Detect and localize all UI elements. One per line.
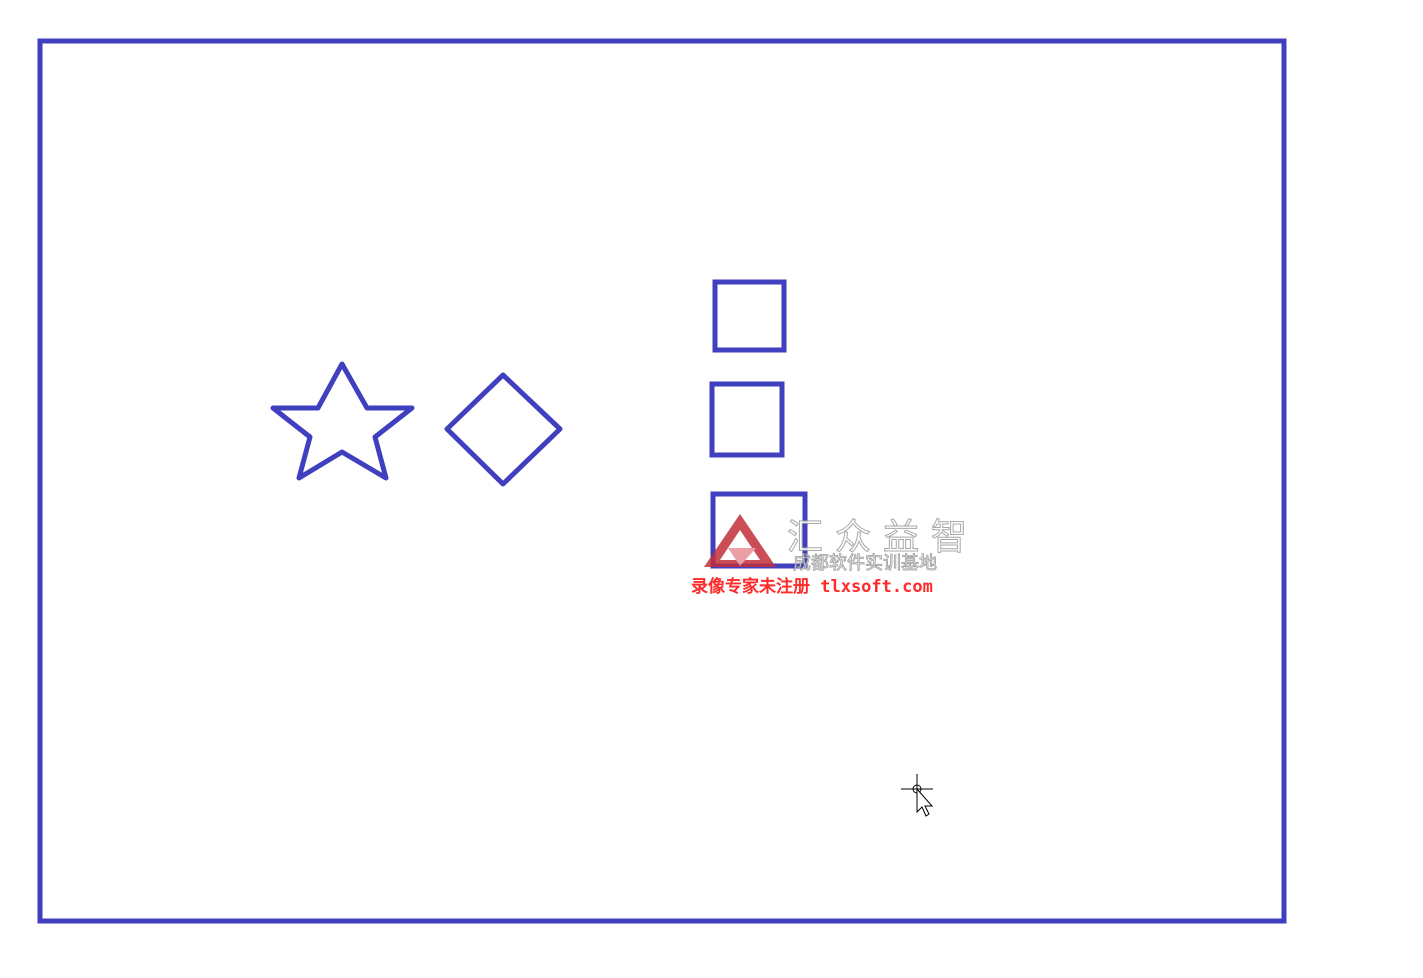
frame-rectangle-shape[interactable] — [37, 38, 1287, 924]
star-shape[interactable] — [270, 361, 415, 481]
crosshair-arrow-cursor-icon — [901, 774, 934, 817]
square-shape-middle[interactable] — [709, 381, 785, 458]
recorder-watermark-text: 录像专家未注册 tlxsoft.com — [691, 577, 933, 597]
drawing-canvas[interactable]: 汇众益智 成都软件实训基地 录像专家未注册 tlxsoft.com — [0, 0, 1423, 978]
diamond-shape[interactable] — [444, 372, 563, 487]
square-shape-top[interactable] — [712, 279, 787, 353]
